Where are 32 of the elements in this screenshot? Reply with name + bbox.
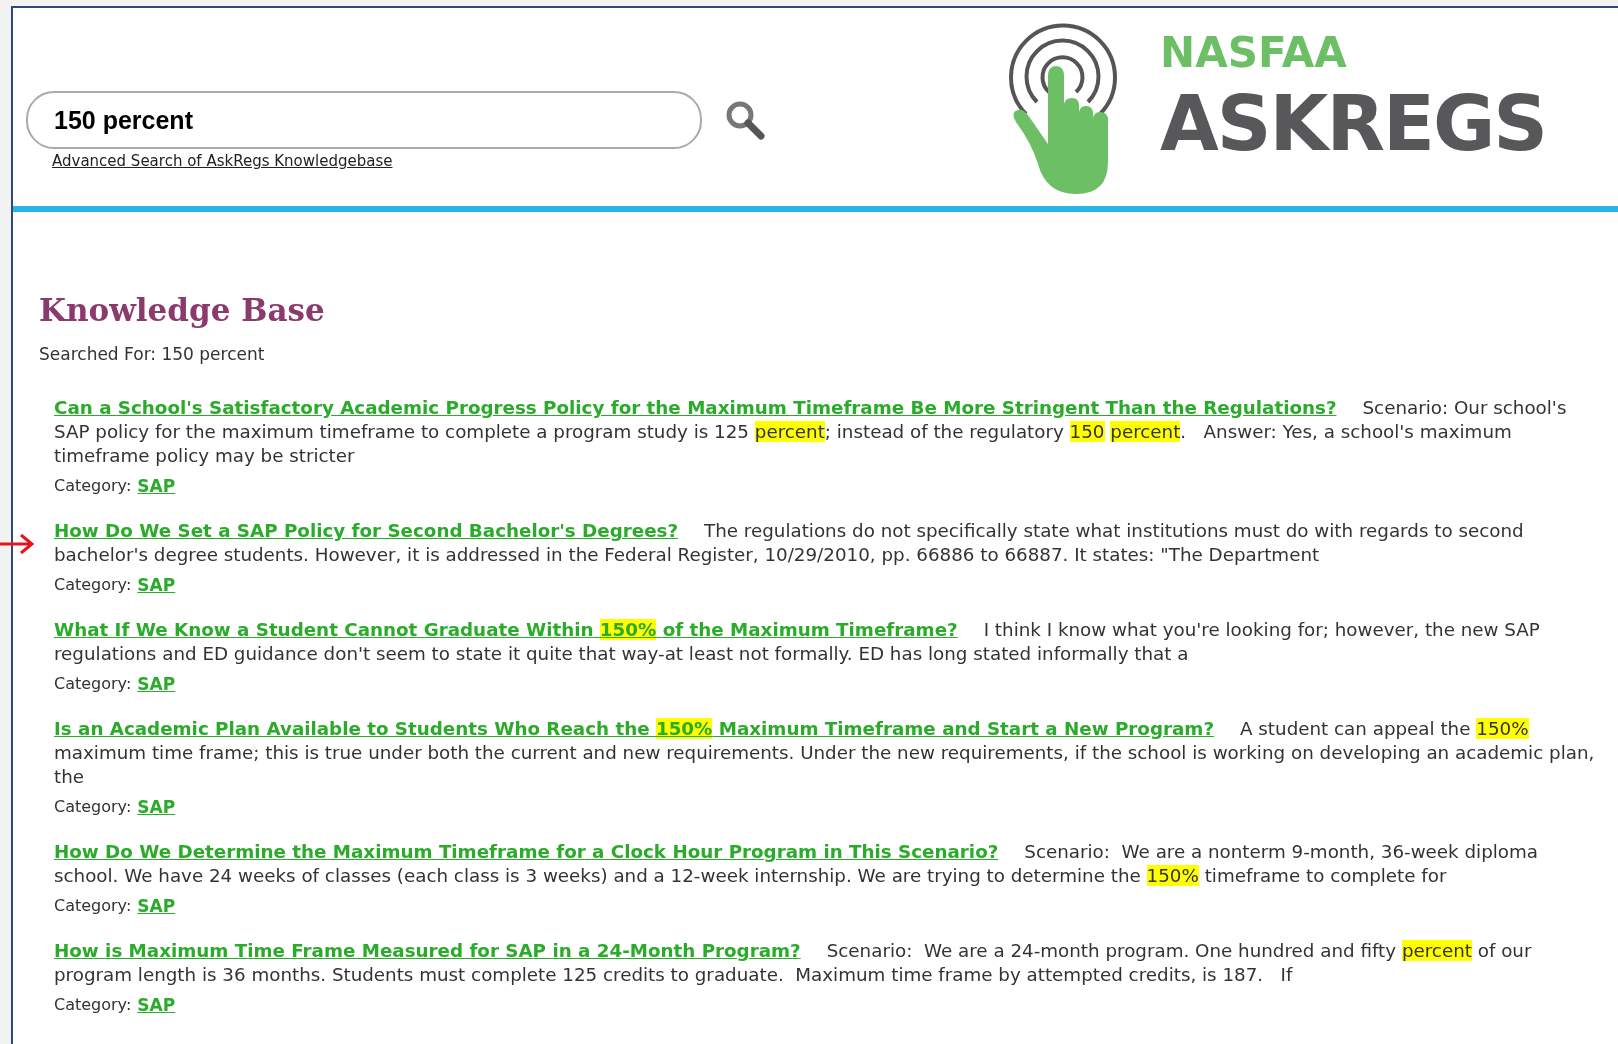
category-link[interactable]: SAP: [137, 475, 176, 497]
result-summary: How Do We Determine the Maximum Timeframe for a Clock Hour Program in This Scenario? Scenario: We are a nonterm 9-month, 36-week diploma school. We have 24 weeks of classes (each class is 3 weeks) and a 12-week internship. We are trying to determine the 150% timeframe to complete for: [54, 840, 1540, 888]
category-label: Category:: [54, 673, 132, 695]
category-label: Category:: [54, 796, 132, 818]
result-title-link[interactable]: Can a School's Satisfactory Academic Progress Policy for the Maximum Timeframe Be More Stringent Than the Regulations?: [54, 397, 1337, 418]
result-summary: How is Maximum Time Frame Measured for SAP in a 24-Month Program? Scenario: We are a 24-month program. One hundred and fifty percent of our program length is 36 months. Students must complete 125 credits to graduate. Maximum time frame by attempted credits, is 187. If: [54, 939, 1533, 987]
category-link[interactable]: SAP: [137, 994, 176, 1016]
result-title-link[interactable]: How Do We Determine the Maximum Timeframe for a Clock Hour Program in This Scenario?: [54, 841, 999, 862]
search-field[interactable]: 150 percent: [26, 91, 702, 149]
category-link[interactable]: SAP: [137, 574, 176, 596]
logo-title: ASKREGS: [1160, 78, 1546, 170]
result-title-link[interactable]: Is an Academic Plan Available to Students Who Reach the 150% Maximum Timeframe and Start a New Program?: [54, 718, 1215, 739]
result-summary: Can a School's Satisfactory Academic Progress Policy for the Maximum Timeframe Be More Stringent Than the Regulations? Scenario: Our school's SAP policy for the maximum timeframe to complete a program study is 125 percent; instead of the regulatory 150 percent. Answer: Yes, a school's maximum timeframe policy may be stricter: [54, 396, 1568, 468]
search-icon[interactable]: [724, 99, 766, 141]
category-label: Category:: [54, 994, 132, 1016]
category-link[interactable]: SAP: [137, 796, 176, 818]
result-summary: What If We Know a Student Cannot Graduate Within 150% of the Maximum Timeframe? I think I know what you're looking for; however, the new SAP regulations and ED guidance don't seem to state it quite that way-at least not formally. ED has long stated informally that a: [54, 618, 1541, 666]
category-label: Category:: [54, 895, 132, 917]
category-label: Category:: [54, 574, 132, 596]
category-label: Category:: [54, 475, 132, 497]
category-link[interactable]: SAP: [137, 673, 176, 695]
result-summary: Is an Academic Plan Available to Students Who Reach the 150% Maximum Timeframe and Start a New Program? A student can appeal the 150% maximum time frame; this is true under both the current and new requirements. Under the new requirements, if the school is working on developing an academic plan, the: [54, 717, 1596, 789]
category-link[interactable]: SAP: [137, 895, 176, 917]
arrow-icon: [0, 533, 34, 555]
result-title-link[interactable]: What If We Know a Student Cannot Graduate Within 150% of the Maximum Timeframe?: [54, 619, 958, 640]
result-title-link[interactable]: How Do We Set a SAP Policy for Second Bachelor's Degrees?: [54, 520, 679, 541]
result-title-link[interactable]: How is Maximum Time Frame Measured for SAP in a 24-Month Program?: [54, 940, 801, 961]
logo-subtitle: NASFAA: [1160, 30, 1348, 76]
result-summary: How Do We Set a SAP Policy for Second Bachelor's Degrees? The regulations do not specifically state what institutions must do with regards to second bachelor's degree students. However, it is addressed in the Federal Register, 10/29/2010, pp. 66886 to 66887. It states: "The Department: [54, 519, 1525, 567]
advanced-search-link[interactable]: Advanced Search of AskRegs Knowledgebase: [52, 152, 393, 170]
page-heading: Knowledge Base: [39, 292, 326, 328]
searched-for-text: Searched For: 150 percent: [39, 344, 266, 364]
